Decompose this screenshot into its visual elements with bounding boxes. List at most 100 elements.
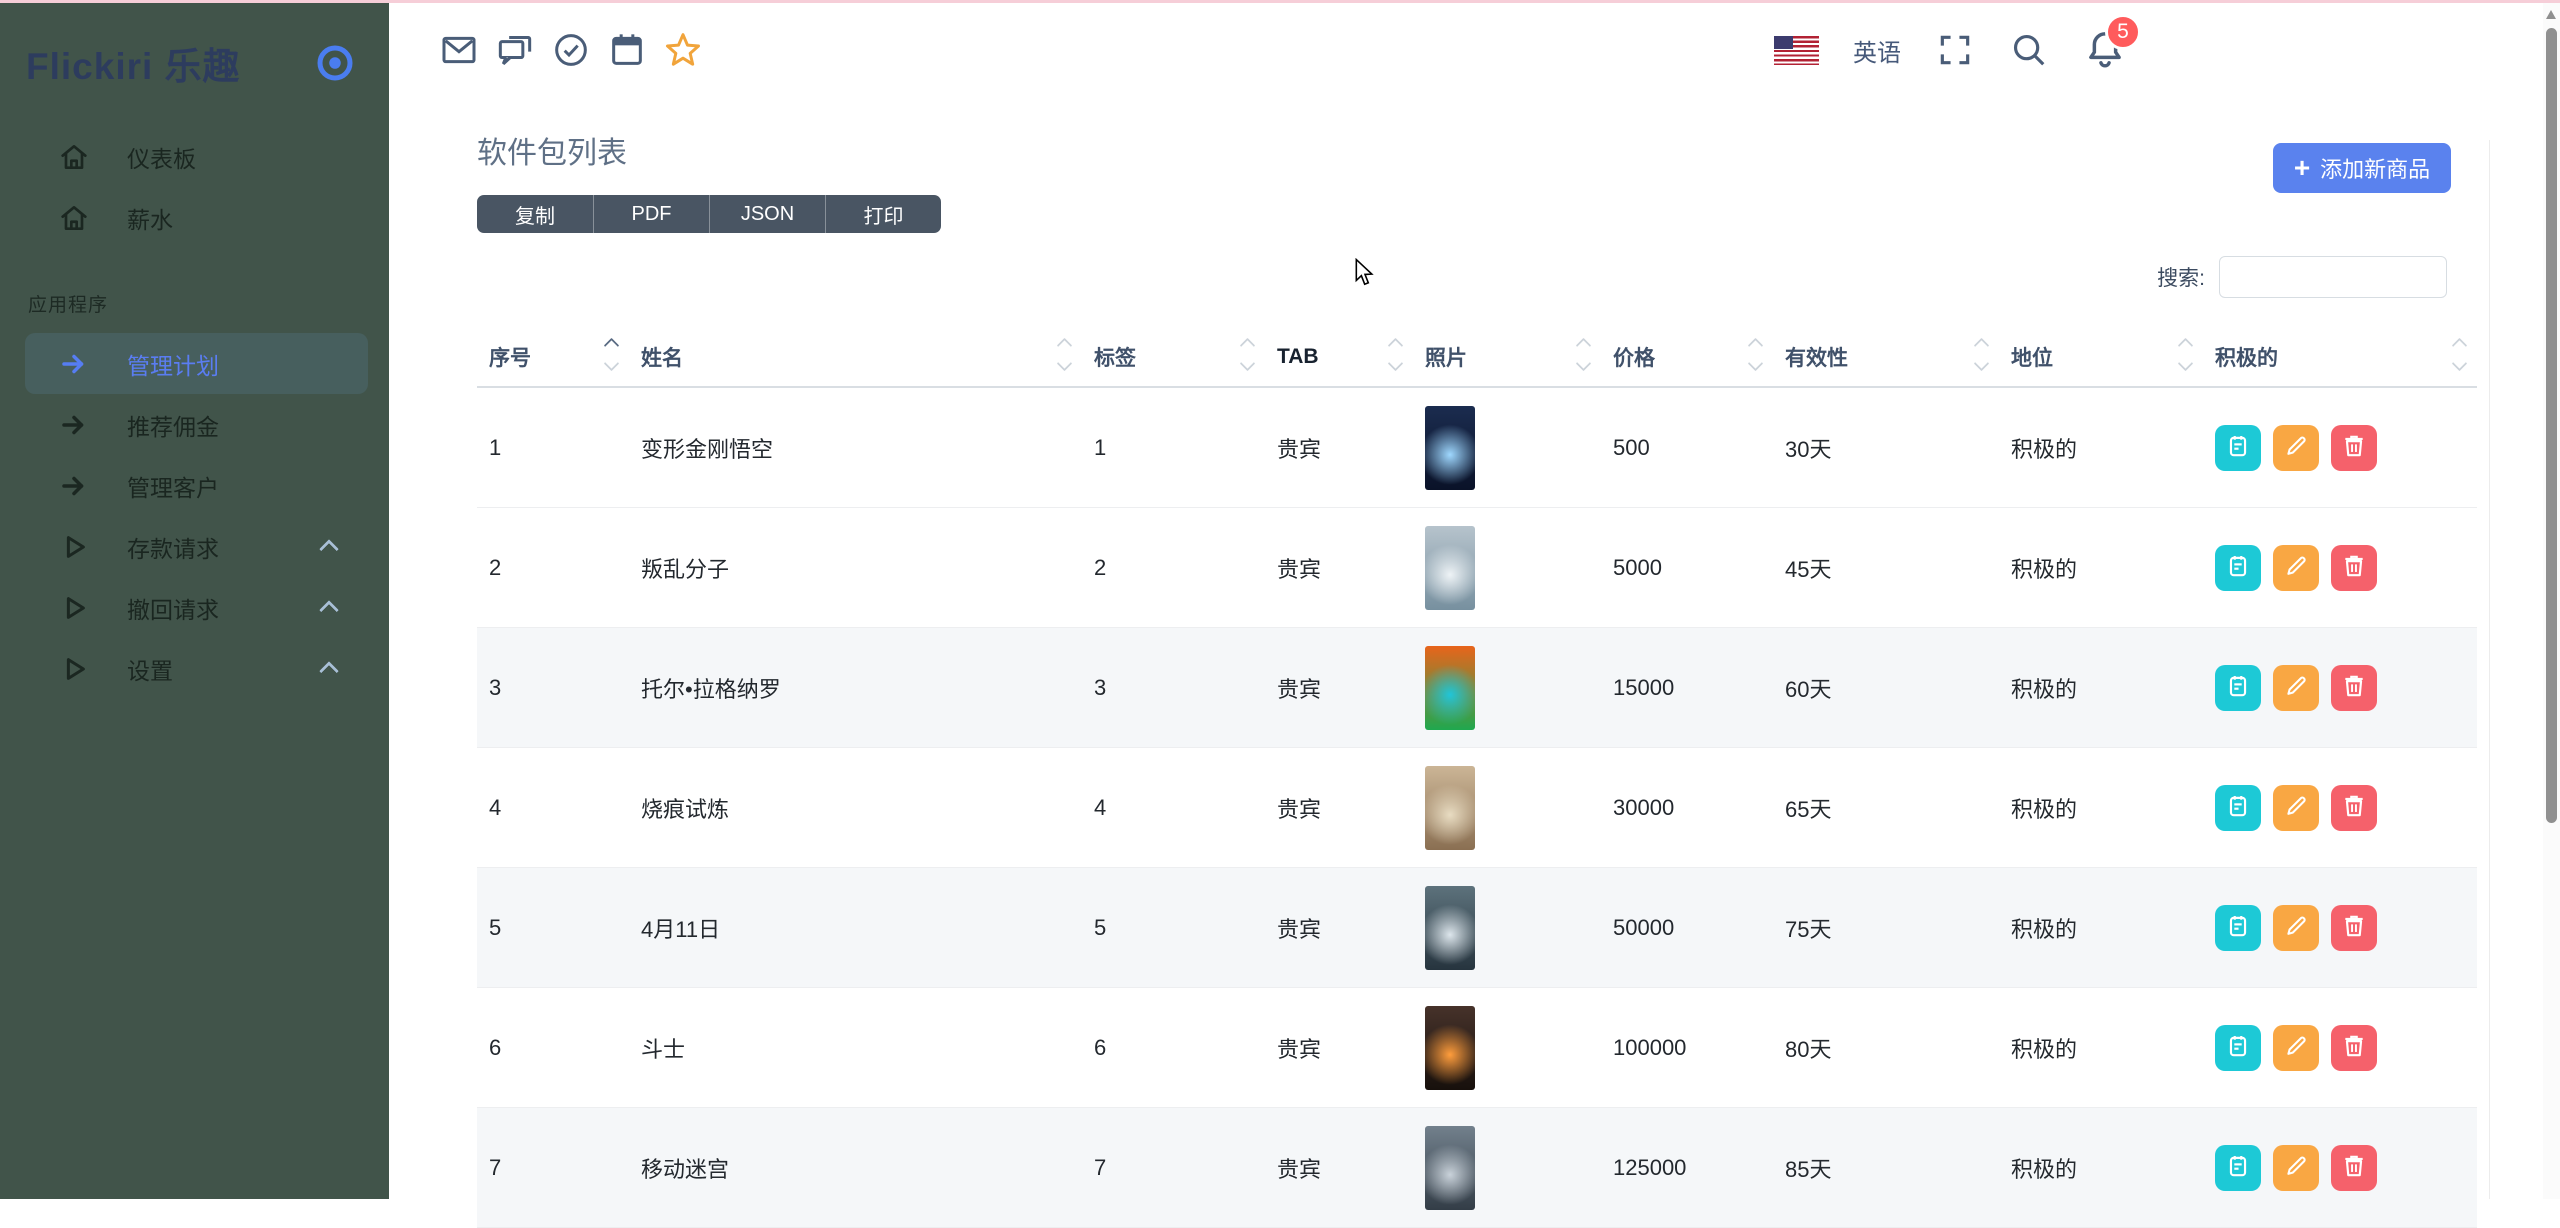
cell-serial: 4: [477, 748, 629, 868]
cell-photo: [1413, 628, 1601, 748]
pencil-icon: [2283, 673, 2309, 702]
sidebar-item-referral-commission[interactable]: 推荐佣金: [25, 394, 368, 455]
delete-button[interactable]: [2331, 785, 2377, 831]
view-button[interactable]: [2215, 425, 2261, 471]
cell-serial: 1: [477, 387, 629, 508]
cell-price: 15000: [1601, 628, 1773, 748]
calendar-icon[interactable]: [607, 30, 647, 70]
export-button-复制[interactable]: 复制: [477, 195, 593, 233]
cell-actions: [2203, 508, 2477, 628]
packages-table: 序号姓名标签TAB照片价格有效性地位积极的 1变形金刚悟空1贵宾50030天积极…: [477, 328, 2477, 1228]
trash-icon: [2341, 913, 2367, 942]
sort-arrows-icon: [606, 340, 617, 369]
chevron-up-icon: [319, 661, 339, 681]
table-row: 1变形金刚悟空1贵宾50030天积极的: [477, 387, 2477, 508]
view-button[interactable]: [2215, 1145, 2261, 1191]
sidebar-item-manage-clients[interactable]: 管理客户: [25, 455, 368, 516]
sidebar-item-salary[interactable]: 薪水: [25, 187, 368, 248]
sidebar-item-deposit-requests[interactable]: 存款请求: [25, 516, 368, 577]
export-button-PDF[interactable]: PDF: [593, 195, 709, 233]
cell-name: 托尔•拉格纳罗: [629, 628, 1082, 748]
edit-button[interactable]: [2273, 665, 2319, 711]
delete-button[interactable]: [2331, 905, 2377, 951]
fullscreen-icon[interactable]: [1935, 30, 1975, 70]
view-button[interactable]: [2215, 545, 2261, 591]
view-button[interactable]: [2215, 1025, 2261, 1071]
export-button-打印[interactable]: 打印: [825, 195, 941, 233]
sidebar-item-withdraw-requests[interactable]: 撤回请求: [25, 577, 368, 638]
search-icon[interactable]: [2009, 30, 2049, 70]
sidebar-item-label: 推荐佣金: [127, 408, 219, 442]
page-scrollbar[interactable]: [2543, 3, 2560, 1199]
top-progress-strip: [0, 0, 2560, 3]
column-header-6[interactable]: 价格: [1601, 328, 1773, 387]
cell-validity: 80天: [1773, 988, 1999, 1108]
check-circle-icon[interactable]: [551, 30, 591, 70]
delete-button[interactable]: [2331, 1025, 2377, 1071]
view-button[interactable]: [2215, 905, 2261, 951]
mouse-cursor: [1352, 258, 1378, 288]
mail-icon[interactable]: [439, 30, 479, 70]
add-new-item-button[interactable]: + 添加新商品: [2273, 143, 2451, 193]
edit-button[interactable]: [2273, 1025, 2319, 1071]
sidebar-item-dashboard[interactable]: 仪表板: [25, 126, 368, 187]
cell-tab: 贵宾: [1265, 508, 1413, 628]
delete-button[interactable]: [2331, 425, 2377, 471]
cell-status: 积极的: [1999, 988, 2203, 1108]
sort-arrows-icon: [1578, 340, 1589, 369]
language-label[interactable]: 英语: [1853, 33, 1901, 68]
edit-button[interactable]: [2273, 785, 2319, 831]
cell-tag: 3: [1082, 628, 1265, 748]
column-header-8[interactable]: 地位: [1999, 328, 2203, 387]
scrollbar-thumb[interactable]: [2546, 28, 2557, 823]
column-header-5[interactable]: 照片: [1413, 328, 1601, 387]
sidebar-item-label: 管理计划: [127, 347, 219, 381]
cell-serial: 6: [477, 988, 629, 1108]
sidebar-item-settings[interactable]: 设置: [25, 638, 368, 699]
edit-button[interactable]: [2273, 545, 2319, 591]
column-header-7[interactable]: 有效性: [1773, 328, 1999, 387]
cell-price: 50000: [1601, 868, 1773, 988]
pencil-icon: [2283, 913, 2309, 942]
sidebar-toggle-target-icon[interactable]: [315, 43, 355, 83]
sort-arrows-icon: [1059, 340, 1070, 369]
sidebar-item-label: 薪水: [127, 201, 173, 235]
trash-icon: [2341, 433, 2367, 462]
table-search-input[interactable]: [2219, 256, 2447, 298]
delete-button[interactable]: [2331, 545, 2377, 591]
column-header-3[interactable]: 标签: [1082, 328, 1265, 387]
view-button[interactable]: [2215, 785, 2261, 831]
column-header-1[interactable]: 序号: [477, 328, 629, 387]
page-title: 软件包列表: [477, 128, 627, 172]
arrow-right-icon: [57, 408, 91, 442]
app-logo[interactable]: Flickiri 乐趣: [26, 36, 241, 90]
sidebar-item-manage-plans[interactable]: 管理计划: [25, 333, 368, 394]
chat-icon[interactable]: [495, 30, 535, 70]
cell-status: 积极的: [1999, 868, 2203, 988]
edit-button[interactable]: [2273, 1145, 2319, 1191]
export-button-JSON[interactable]: JSON: [709, 195, 825, 233]
edit-button[interactable]: [2273, 425, 2319, 471]
column-header-4[interactable]: TAB: [1265, 328, 1413, 387]
delete-button[interactable]: [2331, 665, 2377, 711]
sort-arrows-icon: [1242, 340, 1253, 369]
cell-name: 烧痕试炼: [629, 748, 1082, 868]
cell-name: 变形金刚悟空: [629, 387, 1082, 508]
notifications-bell[interactable]: 5: [2083, 26, 2127, 74]
table-body: 1变形金刚悟空1贵宾50030天积极的2叛乱分子2贵宾500045天积极的3托尔…: [477, 387, 2477, 1228]
column-header-label: 价格: [1613, 347, 1655, 370]
play-icon: [57, 530, 91, 564]
view-button[interactable]: [2215, 665, 2261, 711]
cell-name: 叛乱分子: [629, 508, 1082, 628]
movie-poster: [1425, 646, 1475, 730]
arrow-right-icon: [57, 347, 91, 381]
column-header-2[interactable]: 姓名: [629, 328, 1082, 387]
delete-button[interactable]: [2331, 1145, 2377, 1191]
edit-button[interactable]: [2273, 905, 2319, 951]
column-header-9[interactable]: 积极的: [2203, 328, 2477, 387]
cell-name: 斗士: [629, 988, 1082, 1108]
us-flag-icon[interactable]: [1774, 36, 1819, 65]
scrollbar-up-arrow[interactable]: [2546, 10, 2556, 19]
star-icon[interactable]: [663, 30, 703, 70]
cell-serial: 7: [477, 1108, 629, 1228]
